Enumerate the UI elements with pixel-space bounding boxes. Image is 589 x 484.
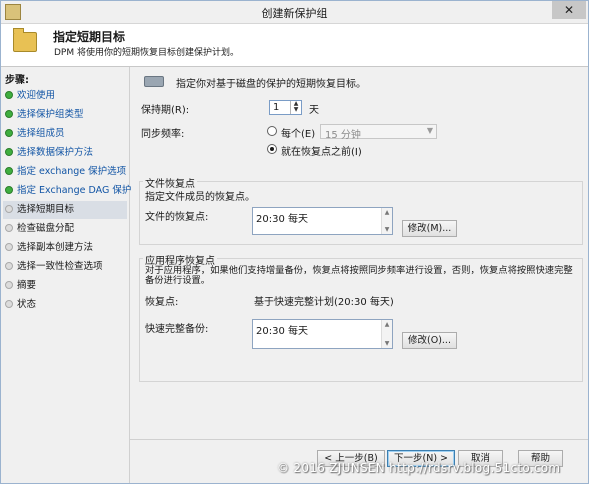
radio-every-label[interactable]: 每个(E) xyxy=(281,125,315,140)
page-subtitle: DPM 将使用你的短期恢复目标创建保护计划。 xyxy=(54,48,239,58)
stepper-arrows[interactable]: ▲ ▼ xyxy=(290,101,301,114)
sidebar-step[interactable]: 状态 xyxy=(5,296,125,314)
app-recovery-desc: 对于应用程序，如果他们支持增量备份，恢复点将按照同步频率进行设置，否则，恢复点将… xyxy=(145,265,573,286)
empty-circle-icon xyxy=(5,281,13,289)
sidebar-step[interactable]: 选择副本创建方法 xyxy=(5,239,125,257)
sidebar-step-label: 欢迎使用 xyxy=(17,90,56,101)
retention-label: 保持期(R): xyxy=(141,105,190,116)
empty-circle-icon xyxy=(5,224,13,232)
sidebar-step-label: 选择数据保护方法 xyxy=(17,147,94,158)
modify-express-button[interactable]: 修改(O)... xyxy=(402,332,457,349)
sidebar-step-label: 选择保护组类型 xyxy=(17,109,84,120)
page-title: 指定短期目标 xyxy=(53,30,126,44)
modify-file-button[interactable]: 修改(M)... xyxy=(402,220,457,237)
scroll-up-icon[interactable]: ▲ xyxy=(382,320,392,329)
check-circle-icon xyxy=(5,148,13,156)
steps-sidebar: 步骤: 欢迎使用选择保护组类型 选择组成员选择数据保护方法指定 exchange … xyxy=(1,67,131,483)
dialog-window: 创建新保护组 ✕ 指定短期目标 DPM 将使用你的短期恢复目标创建保护计划。 步… xyxy=(0,0,589,484)
file-recovery-desc: 指定文件成员的恢复点。 xyxy=(145,192,255,203)
sidebar-step-label: 检查磁盘分配 xyxy=(17,223,75,234)
recovery-point-value: 基于快速完整计划(20:30 每天) xyxy=(254,297,394,308)
sidebar-step-label: 摘要 xyxy=(17,280,37,291)
check-circle-icon xyxy=(5,129,13,137)
check-circle-icon xyxy=(5,110,13,118)
recovery-point-label: 恢复点: xyxy=(145,297,179,308)
check-circle-icon xyxy=(5,91,13,99)
chevron-down-icon: ▼ xyxy=(426,126,433,135)
sidebar-step[interactable]: 欢迎使用 xyxy=(5,87,125,105)
express-backup-label: 快速完整备份: xyxy=(145,324,209,335)
title-bar: 创建新保护组 ✕ xyxy=(1,1,588,24)
sidebar-step-label: 指定 exchange 保护选项 xyxy=(17,166,127,177)
sidebar-step-label: 状态 xyxy=(17,299,37,310)
radio-before-recovery[interactable] xyxy=(267,144,277,154)
express-backup-value: 20:30 每天 xyxy=(256,326,308,337)
sidebar-step-label: 选择一致性检查选项 xyxy=(17,261,103,272)
scroll-down-icon[interactable]: ▼ xyxy=(382,225,392,234)
sidebar-step[interactable]: 指定 exchange 保护选项 xyxy=(5,163,127,181)
close-icon: ✕ xyxy=(563,3,575,17)
retention-unit: 天 xyxy=(309,105,319,116)
main-content: 指定你对基于磁盘的保护的短期恢复目标。 保持期(R): 1 ▲ ▼ 天 同步频率… xyxy=(130,67,588,439)
scrollbar[interactable]: ▲ ▼ xyxy=(381,320,392,348)
steps-label: 步骤: xyxy=(5,75,29,86)
radio-every[interactable] xyxy=(267,126,277,136)
file-recovery-label: 文件的恢复点: xyxy=(145,212,209,223)
radio-before-recovery-label[interactable]: 就在恢复点之前(I) xyxy=(281,143,362,158)
retention-value: 1 xyxy=(273,102,280,113)
empty-circle-icon xyxy=(5,243,13,251)
file-recovery-value: 20:30 每天 xyxy=(256,214,308,225)
watermark: © 2016 ZJUNSEN http://rdsrv.blog.51cto.c… xyxy=(277,461,561,475)
scroll-down-icon[interactable]: ▼ xyxy=(382,339,392,348)
empty-circle-icon xyxy=(5,262,13,270)
sidebar-step[interactable]: 选择组成员 xyxy=(5,125,125,143)
express-backup-box[interactable]: 20:30 每天 ▲ ▼ xyxy=(252,319,393,349)
sidebar-step[interactable]: 选择保护组类型 xyxy=(5,106,125,124)
sidebar-step-label: 指定 Exchange DAG 保护 xyxy=(17,185,132,196)
file-recovery-box[interactable]: 20:30 每天 ▲ ▼ xyxy=(252,207,393,235)
check-circle-icon xyxy=(5,186,13,194)
chevron-down-icon[interactable]: ▼ xyxy=(291,107,301,113)
wizard-header: 指定短期目标 DPM 将使用你的短期恢复目标创建保护计划。 xyxy=(1,24,588,67)
sidebar-step-label: 选择组成员 xyxy=(17,128,65,139)
sidebar-step[interactable]: 选择数据保护方法 xyxy=(5,144,125,162)
sidebar-step-label: 选择副本创建方法 xyxy=(17,242,94,253)
empty-circle-icon xyxy=(5,205,13,213)
interval-select-value: 15 分钟 xyxy=(325,130,361,141)
sidebar-step[interactable]: 检查磁盘分配 xyxy=(5,220,125,238)
sidebar-step[interactable]: 摘要 xyxy=(5,277,125,295)
disk-icon xyxy=(144,76,164,87)
scrollbar[interactable]: ▲ ▼ xyxy=(381,208,392,234)
scroll-up-icon[interactable]: ▲ xyxy=(382,208,392,217)
check-circle-icon xyxy=(5,167,13,175)
folder-icon xyxy=(13,28,37,52)
empty-circle-icon xyxy=(5,300,13,308)
intro-text: 指定你对基于磁盘的保护的短期恢复目标。 xyxy=(176,79,366,90)
close-button[interactable]: ✕ xyxy=(552,1,586,19)
sync-label: 同步频率: xyxy=(141,129,185,140)
sidebar-step-label: 选择短期目标 xyxy=(17,204,75,215)
sidebar-step[interactable]: 选择短期目标 xyxy=(3,201,127,219)
sidebar-step[interactable]: 指定 Exchange DAG 保护 xyxy=(5,182,131,200)
retention-stepper[interactable]: 1 ▲ ▼ xyxy=(269,100,302,115)
footer-divider xyxy=(130,439,588,440)
interval-select[interactable]: 15 分钟 ▼ xyxy=(320,124,437,141)
window-title: 创建新保护组 xyxy=(261,7,328,20)
sidebar-step[interactable]: 选择一致性检查选项 xyxy=(5,258,125,276)
